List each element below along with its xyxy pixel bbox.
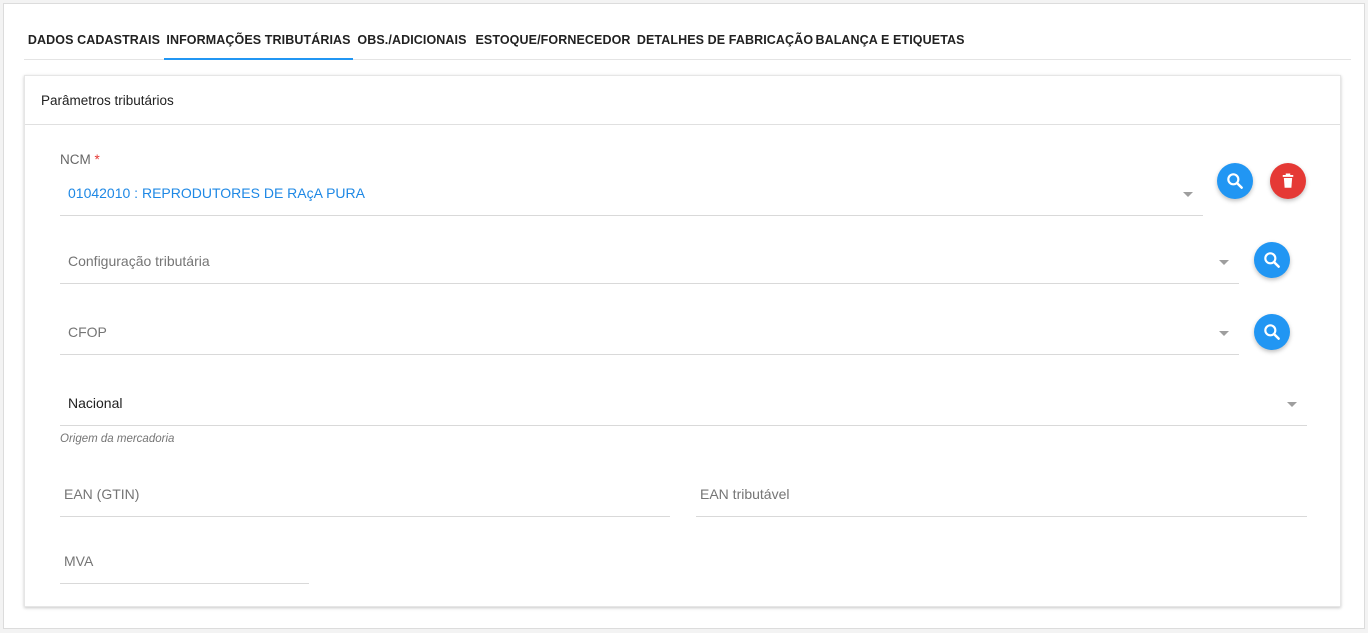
caret-down-icon — [1287, 402, 1297, 407]
origem-value: Nacional — [68, 395, 123, 411]
cfop-select[interactable]: CFOP — [60, 302, 1239, 355]
ean-gtin-placeholder: EAN (GTIN) — [64, 486, 140, 502]
search-icon — [1227, 173, 1243, 189]
caret-down-icon — [1219, 260, 1229, 265]
tab-dados-cadastrais[interactable]: DADOS CADASTRAIS — [24, 24, 164, 60]
tab-estoque-fornecedor[interactable]: ESTOQUE/FORNECEDOR — [471, 24, 635, 60]
config-tributaria-select[interactable]: Configuração tributária — [60, 231, 1239, 284]
caret-down-icon — [1183, 192, 1193, 197]
ncm-label: NCM * — [60, 152, 100, 167]
tab-bar: DADOS CADASTRAIS INFORMAÇÕES TRIBUTÁRIAS… — [24, 24, 1351, 60]
origem-hint: Origem da mercadoria — [60, 433, 175, 445]
card-header: Parâmetros tributários — [25, 76, 1340, 125]
cfop-placeholder: CFOP — [68, 324, 107, 340]
ean-gtin-underline — [60, 516, 670, 517]
mva-underline — [60, 583, 309, 584]
tax-parameters-card: Parâmetros tributários NCM * 01042010 : … — [24, 75, 1341, 607]
config-tributaria-search-button[interactable] — [1254, 242, 1290, 278]
mva-input[interactable]: MVA — [60, 531, 309, 584]
search-icon — [1264, 324, 1280, 340]
origem-select[interactable]: Nacional — [60, 373, 1307, 426]
ean-tributavel-placeholder: EAN tributável — [700, 486, 790, 502]
config-tributaria-placeholder: Configuração tributária — [68, 253, 210, 269]
cfop-underline — [60, 354, 1239, 355]
tab-detalhes-fabricacao[interactable]: DETALHES DE FABRICAÇÃO — [635, 24, 815, 60]
required-mark: * — [94, 152, 100, 167]
card-title: Parâmetros tributários — [41, 93, 174, 108]
ncm-underline — [60, 215, 1203, 216]
tab-obs-adicionais[interactable]: OBS./ADICIONAIS — [353, 24, 471, 60]
cfop-search-button[interactable] — [1254, 314, 1290, 350]
tab-balanca-etiquetas[interactable]: BALANÇA E ETIQUETAS — [815, 24, 965, 60]
ncm-select[interactable]: NCM * 01042010 : REPRODUTORES DE RAçA PU… — [60, 148, 1203, 216]
ncm-delete-button[interactable] — [1270, 163, 1306, 199]
ncm-value: 01042010 : REPRODUTORES DE RAçA PURA — [68, 185, 365, 201]
trash-icon — [1282, 173, 1294, 188]
config-tributaria-underline — [60, 283, 1239, 284]
origem-underline — [60, 425, 1307, 426]
mva-placeholder: MVA — [64, 553, 94, 569]
ean-gtin-input[interactable]: EAN (GTIN) — [60, 464, 670, 517]
caret-down-icon — [1219, 331, 1229, 336]
search-icon — [1264, 252, 1280, 268]
tab-informacoes-tributarias[interactable]: INFORMAÇÕES TRIBUTÁRIAS — [164, 24, 353, 60]
ean-tributavel-underline — [696, 516, 1307, 517]
ean-tributavel-input[interactable]: EAN tributável — [696, 464, 1307, 517]
ncm-search-button[interactable] — [1217, 163, 1253, 199]
